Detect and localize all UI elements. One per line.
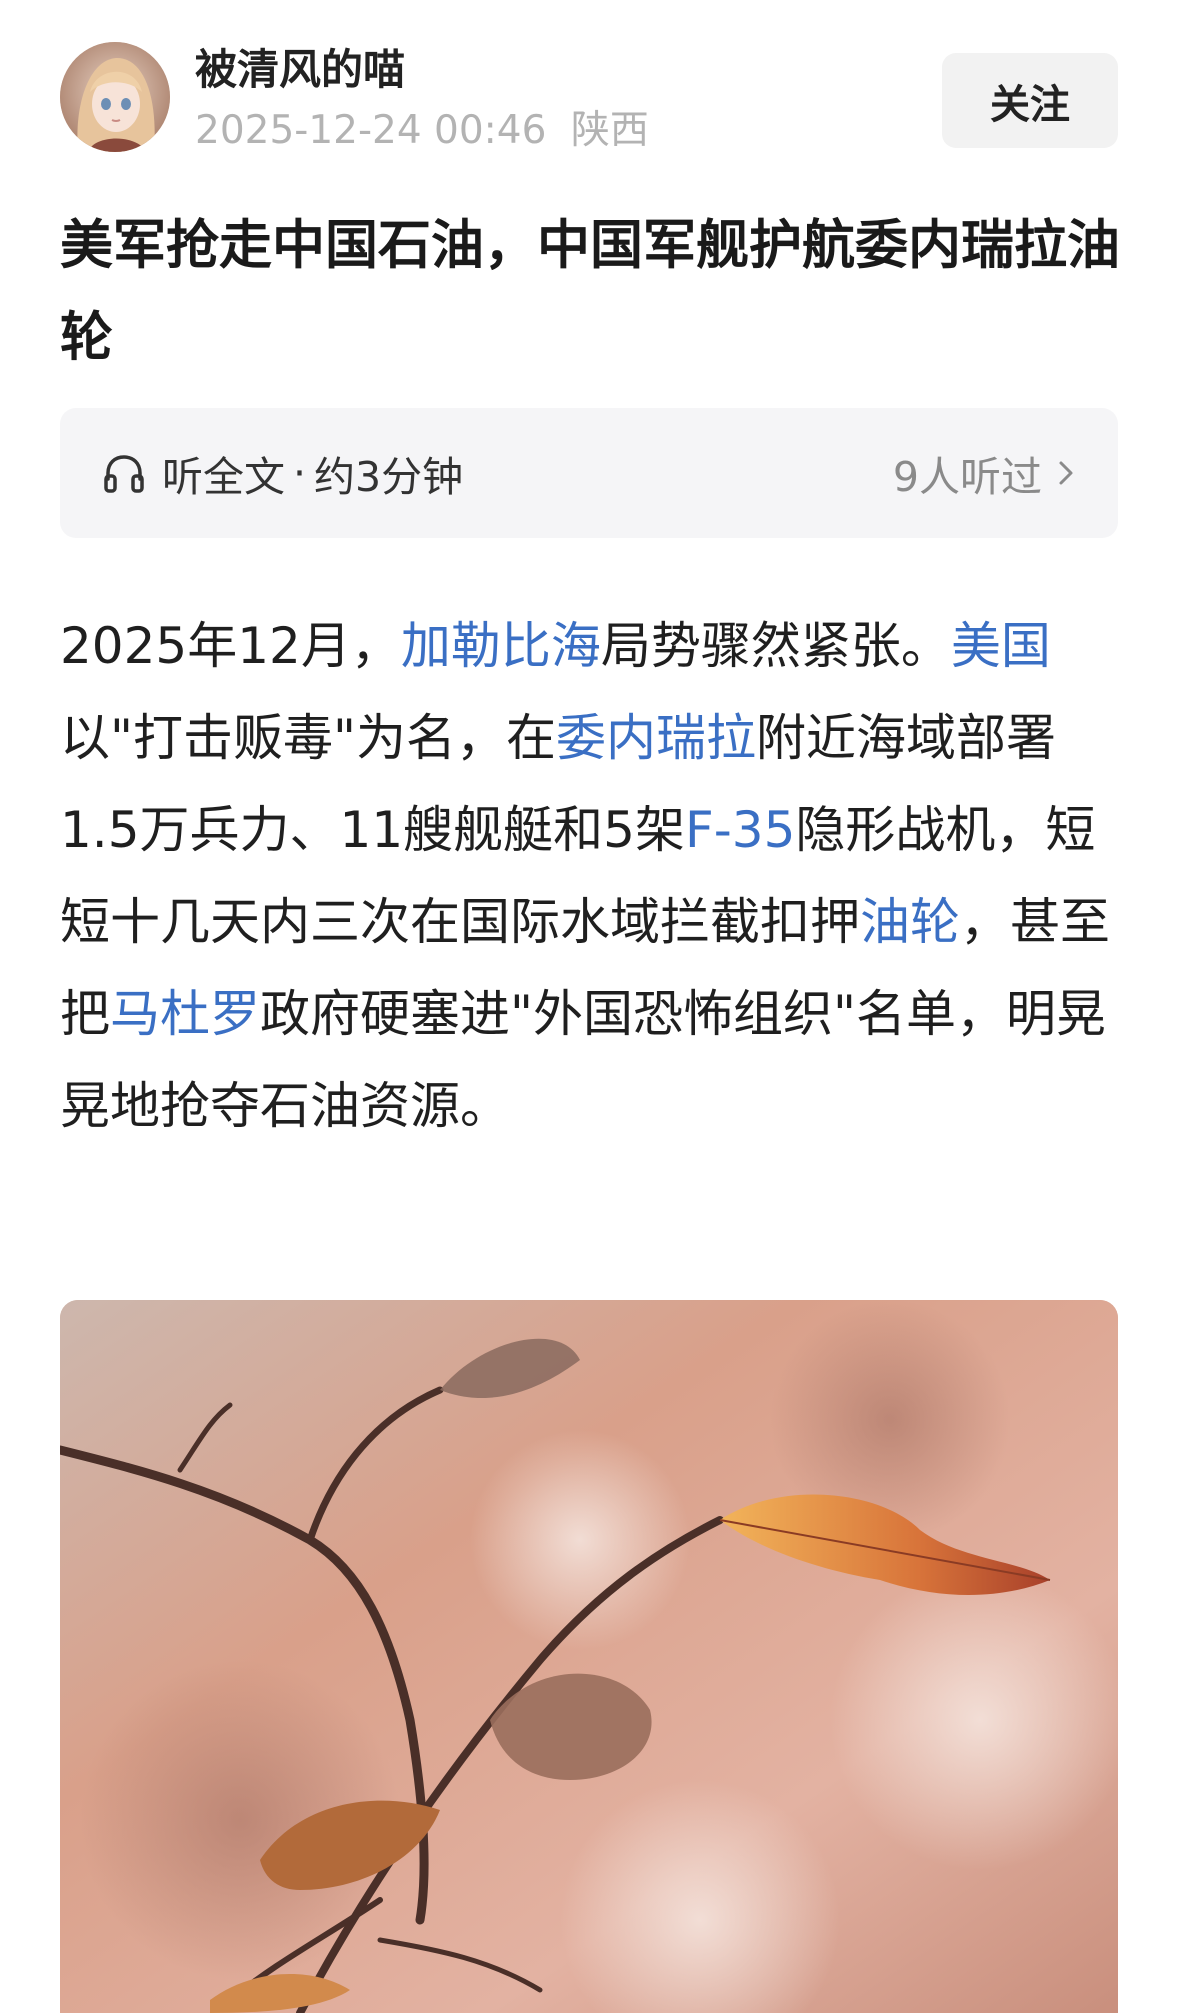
body-text: 2025年12月， xyxy=(60,617,401,675)
avatar[interactable] xyxy=(60,42,170,152)
article-body: 2025年12月，加勒比海局势骤然紧张。美国以"打击贩毒"为名，在委内瑞拉附近海… xyxy=(60,600,1120,1152)
listener-count-group[interactable]: 9人听过 xyxy=(893,408,1078,538)
listen-full-text-bar[interactable]: 听全文 · 约3分钟 9人听过 xyxy=(60,408,1118,538)
body-text: 以"打击贩毒"为名，在 xyxy=(60,709,556,767)
link-f35[interactable]: F-35 xyxy=(685,801,795,859)
chevron-right-icon xyxy=(1059,461,1073,485)
body-text: 局势骤然紧张。 xyxy=(600,617,951,675)
link-venezuela[interactable]: 委内瑞拉 xyxy=(556,709,756,767)
link-tanker[interactable]: 油轮 xyxy=(860,893,960,951)
post-location: 陕西 xyxy=(570,108,649,153)
listen-separator: · xyxy=(293,449,307,497)
anime-girl-avatar-icon xyxy=(60,42,170,152)
post-timestamp: 2025-12-24 00:46 xyxy=(195,108,547,153)
author-header: 被清风的喵 2025-12-24 00:46 陕西 关注 xyxy=(60,40,1118,155)
article-title: 美军抢走中国石油，中国军舰护航委内瑞拉油轮 xyxy=(60,215,1120,368)
author-name[interactable]: 被清风的喵 xyxy=(195,42,405,98)
post-meta: 2025-12-24 00:46 陕西 xyxy=(195,105,649,157)
listen-label: 听全文 xyxy=(162,453,285,501)
listen-duration: 约3分钟 xyxy=(314,453,464,501)
link-maduro[interactable]: 马杜罗 xyxy=(110,985,260,1043)
autumn-branch-photo-icon xyxy=(60,1300,1118,2013)
headphone-icon xyxy=(104,455,144,493)
link-caribbean[interactable]: 加勒比海 xyxy=(401,617,601,675)
follow-button[interactable]: 关注 xyxy=(942,53,1118,148)
article-image[interactable] xyxy=(60,1300,1118,2013)
listen-label-group: 听全文 · 约3分钟 xyxy=(100,408,463,538)
link-usa[interactable]: 美国 xyxy=(951,617,1051,675)
listener-count: 9人听过 xyxy=(892,453,1042,501)
